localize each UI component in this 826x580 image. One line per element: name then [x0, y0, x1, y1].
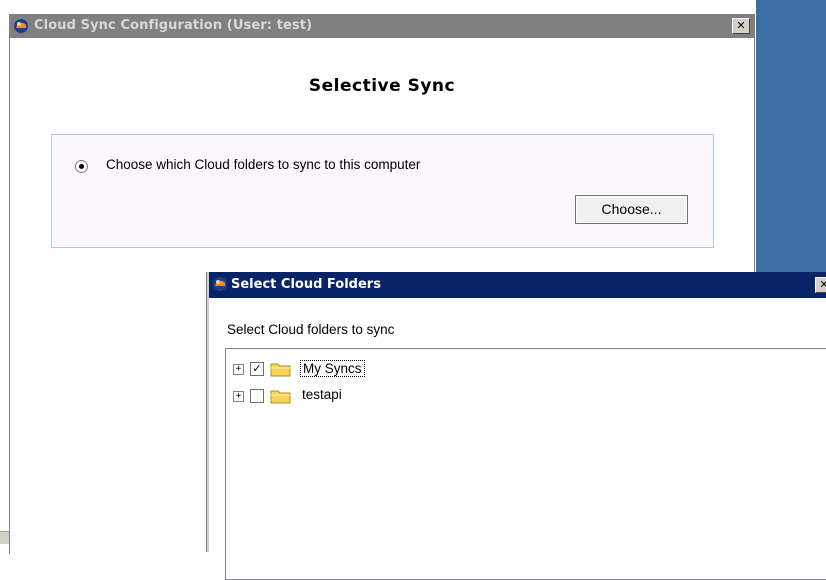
select-cloud-folders-dialog: Select Cloud Folders ✕ Select Cloud fold…: [207, 272, 826, 580]
folder-checkbox[interactable]: ✓: [250, 362, 264, 376]
tree-node[interactable]: + testapi: [226, 386, 526, 406]
tree-node-label[interactable]: testapi: [300, 387, 344, 402]
dialog-titlebar[interactable]: Select Cloud Folders ✕: [209, 272, 826, 298]
cloud-app-icon: [212, 276, 228, 292]
folder-icon: [270, 361, 292, 377]
main-window-title: Cloud Sync Configuration (User: test): [34, 18, 313, 33]
main-titlebar[interactable]: Cloud Sync Configuration (User: test) ✕: [10, 14, 754, 38]
choose-folders-radio[interactable]: [75, 160, 88, 173]
tree-node-label[interactable]: My Syncs: [300, 360, 365, 377]
dialog-close-button[interactable]: ✕: [815, 277, 826, 293]
folder-checkbox[interactable]: [250, 389, 264, 403]
dialog-prompt: Select Cloud folders to sync: [227, 322, 395, 337]
cloud-app-icon: [13, 18, 29, 34]
main-close-button[interactable]: ✕: [732, 18, 750, 34]
folder-tree[interactable]: + ✓ My Syncs + testapi: [225, 348, 826, 580]
expand-icon[interactable]: +: [233, 364, 244, 375]
expand-icon[interactable]: +: [233, 391, 244, 402]
close-icon: ✕: [736, 19, 746, 32]
close-icon: ✕: [819, 278, 826, 291]
tree-node[interactable]: + ✓ My Syncs: [226, 359, 526, 379]
dialog-title: Select Cloud Folders: [231, 277, 381, 292]
folder-icon: [270, 388, 292, 404]
choose-button[interactable]: Choose...: [575, 195, 688, 224]
page-title: Selective Sync: [308, 76, 456, 96]
selective-sync-panel: Choose which Cloud folders to sync to th…: [51, 134, 714, 248]
choose-folders-label[interactable]: Choose which Cloud folders to sync to th…: [106, 157, 420, 172]
